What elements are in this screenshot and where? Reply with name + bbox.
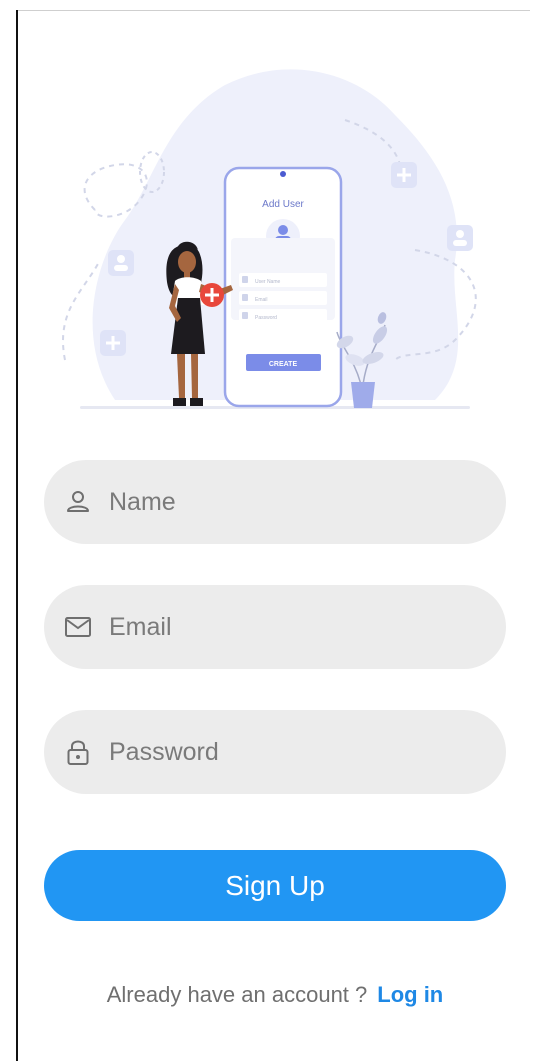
phone-field-label-3: Password bbox=[255, 315, 277, 321]
phone-field-label-1: User Name bbox=[255, 279, 281, 285]
password-field[interactable] bbox=[44, 710, 506, 794]
top-divider bbox=[18, 10, 530, 11]
login-prompt: Already have an account ? Log in bbox=[0, 982, 536, 1008]
sign-up-button[interactable]: Sign Up bbox=[44, 850, 506, 921]
phone-create-label: CREATE bbox=[269, 361, 298, 368]
left-edge bbox=[16, 10, 18, 1061]
log-in-link[interactable]: Log in bbox=[377, 982, 443, 1007]
name-input[interactable] bbox=[109, 487, 489, 517]
plus-tile-top-right bbox=[391, 162, 417, 188]
plus-tile-left bbox=[100, 330, 126, 356]
mail-icon bbox=[64, 613, 92, 641]
phone-form-rows: User Name Email Password bbox=[239, 273, 327, 323]
name-field[interactable] bbox=[44, 460, 506, 544]
signup-illustration: Add User User Name Email Password CREATE bbox=[62, 69, 477, 409]
user-tile-right bbox=[447, 225, 473, 251]
phone-field-label-2: Email bbox=[255, 297, 268, 303]
email-field[interactable] bbox=[44, 585, 506, 669]
email-input[interactable] bbox=[109, 612, 489, 642]
user-icon bbox=[64, 488, 92, 516]
lock-icon bbox=[64, 738, 92, 766]
password-input[interactable] bbox=[109, 737, 489, 767]
login-prompt-text: Already have an account ? bbox=[106, 982, 368, 1007]
phone-mockup: Add User User Name Email Password CREATE bbox=[223, 166, 343, 408]
phone-title: Add User bbox=[262, 199, 304, 210]
user-tile-left bbox=[108, 250, 134, 276]
